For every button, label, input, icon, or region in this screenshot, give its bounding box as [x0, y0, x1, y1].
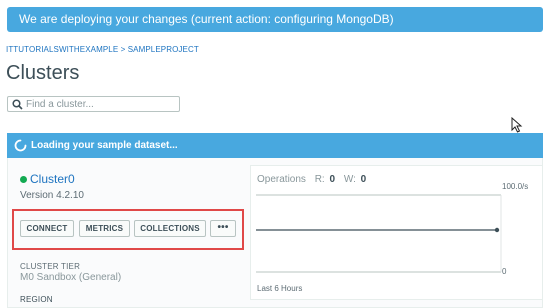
reads-value: 0: [329, 174, 336, 185]
breadcrumb-project[interactable]: SAMPLEPROJECT: [128, 45, 199, 54]
metrics-button[interactable]: METRICS: [79, 220, 130, 237]
cluster-tier-value: M0 Sandbox (General): [20, 272, 122, 283]
search-icon: [12, 99, 23, 110]
more-options-button[interactable]: •••: [210, 220, 236, 237]
operations-chart: [256, 194, 502, 273]
collections-button[interactable]: COLLECTIONS: [134, 220, 206, 237]
chart-zero-label: 0: [502, 267, 507, 276]
operations-series-endpoint: [494, 227, 500, 233]
connect-button[interactable]: CONNECT: [20, 220, 74, 237]
breadcrumb-org[interactable]: ITTUTORIALSWITHEXAMPLE: [6, 45, 118, 54]
spinner-icon: [14, 139, 27, 152]
reads-label: R:: [314, 174, 325, 185]
writes-label: W:: [343, 174, 356, 185]
chart-range-label: Last 6 Hours: [257, 284, 303, 293]
status-indicator-icon: [20, 176, 27, 183]
deploy-banner: We are deploying your changes (current a…: [7, 7, 543, 32]
cluster-name-link[interactable]: Cluster0: [30, 172, 75, 186]
mouse-cursor-icon: [511, 117, 523, 133]
operations-header: Operations R: 0 W: 0: [257, 174, 366, 185]
breadcrumb-separator: >: [120, 45, 126, 54]
writes-value: 0: [360, 174, 367, 185]
cluster-tier-label: CLUSTER TIER: [20, 262, 81, 271]
breadcrumb: ITTUTORIALSWITHEXAMPLE > SAMPLEPROJECT: [6, 45, 199, 54]
operations-title: Operations: [257, 174, 306, 185]
region-label: REGION: [20, 295, 53, 304]
search-box[interactable]: [7, 96, 180, 112]
deploy-banner-text: We are deploying your changes (current a…: [19, 12, 394, 26]
cluster-version: Version 4.2.10: [20, 190, 84, 201]
loading-text: Loading your sample dataset...: [31, 140, 178, 151]
search-input[interactable]: [26, 97, 176, 111]
loading-banner: Loading your sample dataset...: [7, 133, 543, 158]
page-title: Clusters: [6, 62, 80, 84]
chart-max-label: 100.0/s: [502, 182, 529, 191]
